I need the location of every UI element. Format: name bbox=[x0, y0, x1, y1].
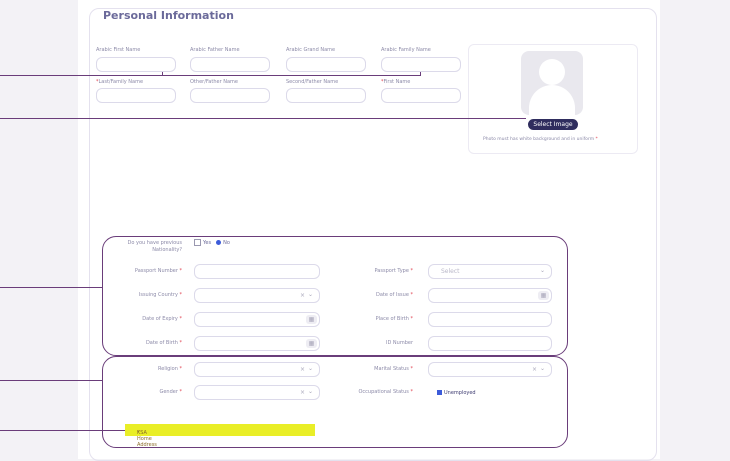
place-of-birth-label: Place of Birth * bbox=[375, 316, 413, 322]
religion-select[interactable]: × ⌄ bbox=[194, 362, 320, 377]
previous-nationality-label: Do you have previous Nationality? bbox=[127, 240, 182, 253]
arabic-father-name-label: Arabic Father Name bbox=[190, 47, 240, 53]
chevron-down-icon: ⌄ bbox=[539, 267, 545, 274]
select-image-button[interactable]: Select Image bbox=[528, 119, 578, 130]
issuing-country-label: Issuing Country * bbox=[138, 292, 182, 298]
clear-icon[interactable]: × bbox=[300, 366, 305, 373]
id-number-label: ID Number bbox=[386, 340, 413, 346]
arabic-first-name-input[interactable] bbox=[96, 57, 176, 72]
date-of-expiry-label: Date of Expiry * bbox=[142, 316, 182, 322]
chevron-down-icon: ⌄ bbox=[539, 365, 545, 372]
arabic-family-name-input[interactable] bbox=[381, 57, 461, 72]
arabic-family-name-label: Arabic Family Name bbox=[381, 47, 431, 53]
date-of-issue-input[interactable]: ▦ bbox=[428, 288, 552, 303]
religion-label: Religion * bbox=[158, 366, 182, 372]
chevron-down-icon: ⌄ bbox=[307, 365, 313, 372]
passport-number-input[interactable] bbox=[194, 264, 320, 279]
last-name-input[interactable] bbox=[96, 88, 176, 103]
arabic-father-name-input[interactable] bbox=[190, 57, 270, 72]
first-name-label: *First Name bbox=[381, 79, 411, 85]
calendar-icon[interactable]: ▦ bbox=[306, 339, 317, 348]
chevron-down-icon: ⌄ bbox=[307, 291, 313, 298]
annotation-line-4 bbox=[0, 380, 102, 381]
date-of-birth-input[interactable]: ▦ bbox=[194, 336, 320, 351]
calendar-icon[interactable]: ▦ bbox=[306, 315, 317, 324]
marital-status-label: Marital Status * bbox=[374, 366, 413, 372]
ksa-home-address-highlight: KSA Home Address * bbox=[125, 424, 315, 448]
id-number-input[interactable] bbox=[428, 336, 552, 351]
place-of-birth-input[interactable] bbox=[428, 312, 552, 327]
avatar-placeholder-icon bbox=[521, 51, 583, 115]
arabic-grand-name-input[interactable] bbox=[286, 57, 366, 72]
second-father-name-label: Second/Father Name bbox=[286, 79, 339, 85]
photo-note: Photo must has white background and in u… bbox=[483, 137, 598, 142]
annotation-line-2 bbox=[0, 118, 526, 119]
issuing-country-select[interactable]: × ⌄ bbox=[194, 288, 320, 303]
gender-select[interactable]: × ⌄ bbox=[194, 385, 320, 400]
passport-number-label: Passport Number * bbox=[134, 268, 182, 274]
annotation-line-1b bbox=[162, 75, 420, 76]
chevron-down-icon: ⌄ bbox=[307, 388, 313, 395]
marital-status-select[interactable]: × ⌄ bbox=[428, 362, 552, 377]
no-radio[interactable] bbox=[216, 240, 222, 245]
calendar-icon[interactable]: ▦ bbox=[538, 291, 549, 300]
nationality-radio-group[interactable]: Yes No bbox=[194, 239, 230, 246]
annotation-tick-2 bbox=[420, 72, 421, 76]
clear-icon[interactable]: × bbox=[300, 389, 305, 396]
checkbox-checked-icon bbox=[437, 390, 442, 395]
passport-type-label: Passport Type * bbox=[374, 268, 413, 274]
gender-label: Gender * bbox=[159, 389, 182, 395]
last-name-label: *Last/Family Name bbox=[96, 79, 144, 85]
date-of-expiry-input[interactable]: ▦ bbox=[194, 312, 320, 327]
clear-icon[interactable]: × bbox=[300, 292, 305, 299]
date-of-birth-label: Date of Birth * bbox=[145, 340, 182, 346]
unemployed-checkbox[interactable]: Unemployed bbox=[437, 390, 476, 396]
other-father-name-input[interactable] bbox=[190, 88, 270, 103]
passport-type-select[interactable]: Select ⌄ bbox=[428, 264, 552, 279]
clear-icon[interactable]: × bbox=[532, 366, 537, 373]
first-name-input[interactable] bbox=[381, 88, 461, 103]
occupational-status-label: Occupational Status * bbox=[358, 389, 414, 395]
annotation-line-5 bbox=[0, 430, 125, 431]
second-father-name-input[interactable] bbox=[286, 88, 366, 103]
annotation-line-3 bbox=[0, 287, 102, 288]
section-title: Personal Information bbox=[99, 9, 238, 22]
yes-radio[interactable] bbox=[194, 239, 201, 246]
date-of-issue-label: Date of Issue * bbox=[376, 292, 413, 298]
other-father-name-label: Other/Father Name bbox=[190, 79, 238, 85]
arabic-grand-name-label: Arabic Grand Name bbox=[286, 47, 336, 53]
arabic-first-name-label: Arabic First Name bbox=[96, 47, 141, 53]
annotation-line-1 bbox=[0, 75, 162, 76]
